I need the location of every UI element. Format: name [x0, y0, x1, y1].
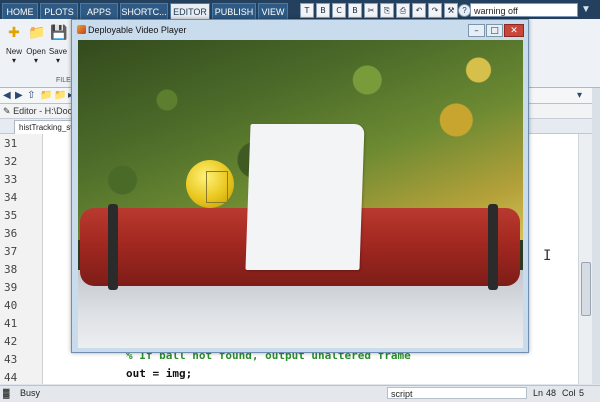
folder-path-icon[interactable]: 📁 [54, 90, 66, 101]
quick-access-button[interactable]: B [316, 3, 330, 18]
paste-icon[interactable]: ⎙ [396, 3, 410, 18]
column-label: Col [562, 388, 576, 398]
open-button[interactable]: 📁 Open ▾ [26, 25, 46, 65]
text-cursor-icon: I [543, 248, 552, 264]
copy-icon[interactable]: ⎘ [380, 3, 394, 18]
line-number: 31 [4, 137, 18, 150]
chevron-down-icon[interactable]: ▾ [577, 90, 582, 101]
tab-home[interactable]: HOME [2, 3, 38, 19]
line-number: 43 [4, 353, 18, 366]
tab-apps[interactable]: APPS [80, 3, 118, 19]
save-button[interactable]: 💾 Save ▾ [48, 25, 68, 65]
chevron-down-icon: ▾ [11, 56, 16, 65]
line-number: 44 [4, 371, 18, 384]
status-bar: ▓ Busy script Ln 48 Col 5 [0, 385, 600, 401]
line-number: 36 [4, 227, 18, 240]
tools-icon[interactable]: ⚒ [444, 3, 458, 18]
chevron-down-icon: ▾ [33, 56, 38, 65]
tab-view[interactable]: VIEW [258, 3, 288, 19]
chevron-down-icon: ▾ [55, 56, 60, 65]
line-number: 38 [4, 263, 18, 276]
column-value: 5 [579, 388, 585, 398]
quick-access-button[interactable]: C [332, 3, 346, 18]
scrollbar-thumb[interactable] [581, 262, 591, 316]
line-number: 35 [4, 209, 18, 222]
resize-grip-icon: ▓ [3, 388, 10, 398]
tube-band [108, 204, 118, 290]
white-paper [245, 124, 365, 270]
file-section-label: FILE [56, 77, 71, 84]
cut-icon[interactable]: ✂ [364, 3, 378, 18]
ribbon-tab-bar: HOME PLOTS APPS SHORTC... EDITOR PUBLISH… [0, 0, 600, 19]
minimize-button[interactable]: – [468, 24, 485, 37]
vertical-scrollbar[interactable] [578, 134, 593, 384]
video-player-window[interactable]: Deployable Video Player – □ ✕ [71, 19, 529, 353]
quick-access-button[interactable]: T [300, 3, 314, 18]
tube-band [488, 204, 498, 290]
matlab-logo-icon [77, 25, 86, 34]
tab-publish[interactable]: PUBLISH [212, 3, 256, 19]
search-documentation-input[interactable]: warning off [470, 3, 578, 17]
up-folder-icon[interactable]: ⇧ [27, 90, 35, 101]
line-number: 40 [4, 299, 18, 312]
line-number: 32 [4, 155, 18, 168]
maximize-button[interactable]: □ [486, 24, 503, 37]
line-number: 37 [4, 245, 18, 258]
forward-icon[interactable]: ▶ [15, 90, 23, 101]
save-icon: 💾 [50, 25, 68, 41]
line-number: 34 [4, 191, 18, 204]
line-number: 42 [4, 335, 18, 348]
open-button-label: Open [26, 47, 46, 56]
tab-plots[interactable]: PLOTS [40, 3, 78, 19]
tracking-box [206, 171, 228, 203]
line-number: 39 [4, 281, 18, 294]
code-line[interactable]: out = img; [126, 367, 192, 380]
tab-shortcuts[interactable]: SHORTC... [120, 3, 168, 19]
line-number: 33 [4, 173, 18, 186]
browse-folder-icon[interactable]: 📁 [40, 90, 52, 101]
back-icon[interactable]: ◀ [3, 90, 11, 101]
file-type-field: script [387, 387, 527, 399]
close-button[interactable]: ✕ [504, 24, 524, 37]
redo-icon[interactable]: ↷ [428, 3, 442, 18]
quick-access-button[interactable]: B [348, 3, 362, 18]
new-file-icon: ✚ [8, 25, 20, 41]
line-number-gutter: 31 32 33 34 35 36 37 38 39 40 41 42 43 4… [0, 134, 43, 402]
save-button-label: Save [48, 47, 68, 56]
new-button[interactable]: ✚ New ▾ [4, 25, 24, 65]
undo-icon[interactable]: ↶ [412, 3, 426, 18]
right-panel-edge [592, 88, 600, 384]
line-label: Ln [533, 388, 544, 398]
folder-icon: 📁 [28, 25, 46, 41]
video-player-title: Deployable Video Player [88, 25, 187, 35]
editor-icon: ✎ [3, 106, 11, 116]
new-button-label: New [5, 47, 22, 56]
filter-icon[interactable]: ▼ [581, 4, 591, 15]
line-value: 48 [546, 388, 557, 398]
quick-access-toolbar: T B C B ✂ ⎘ ⎙ ↶ ↷ ⚒ [300, 3, 458, 18]
line-number: 41 [4, 317, 18, 330]
tab-editor[interactable]: EDITOR [170, 3, 210, 19]
status-text: Busy [20, 388, 41, 398]
video-frame [78, 40, 523, 348]
